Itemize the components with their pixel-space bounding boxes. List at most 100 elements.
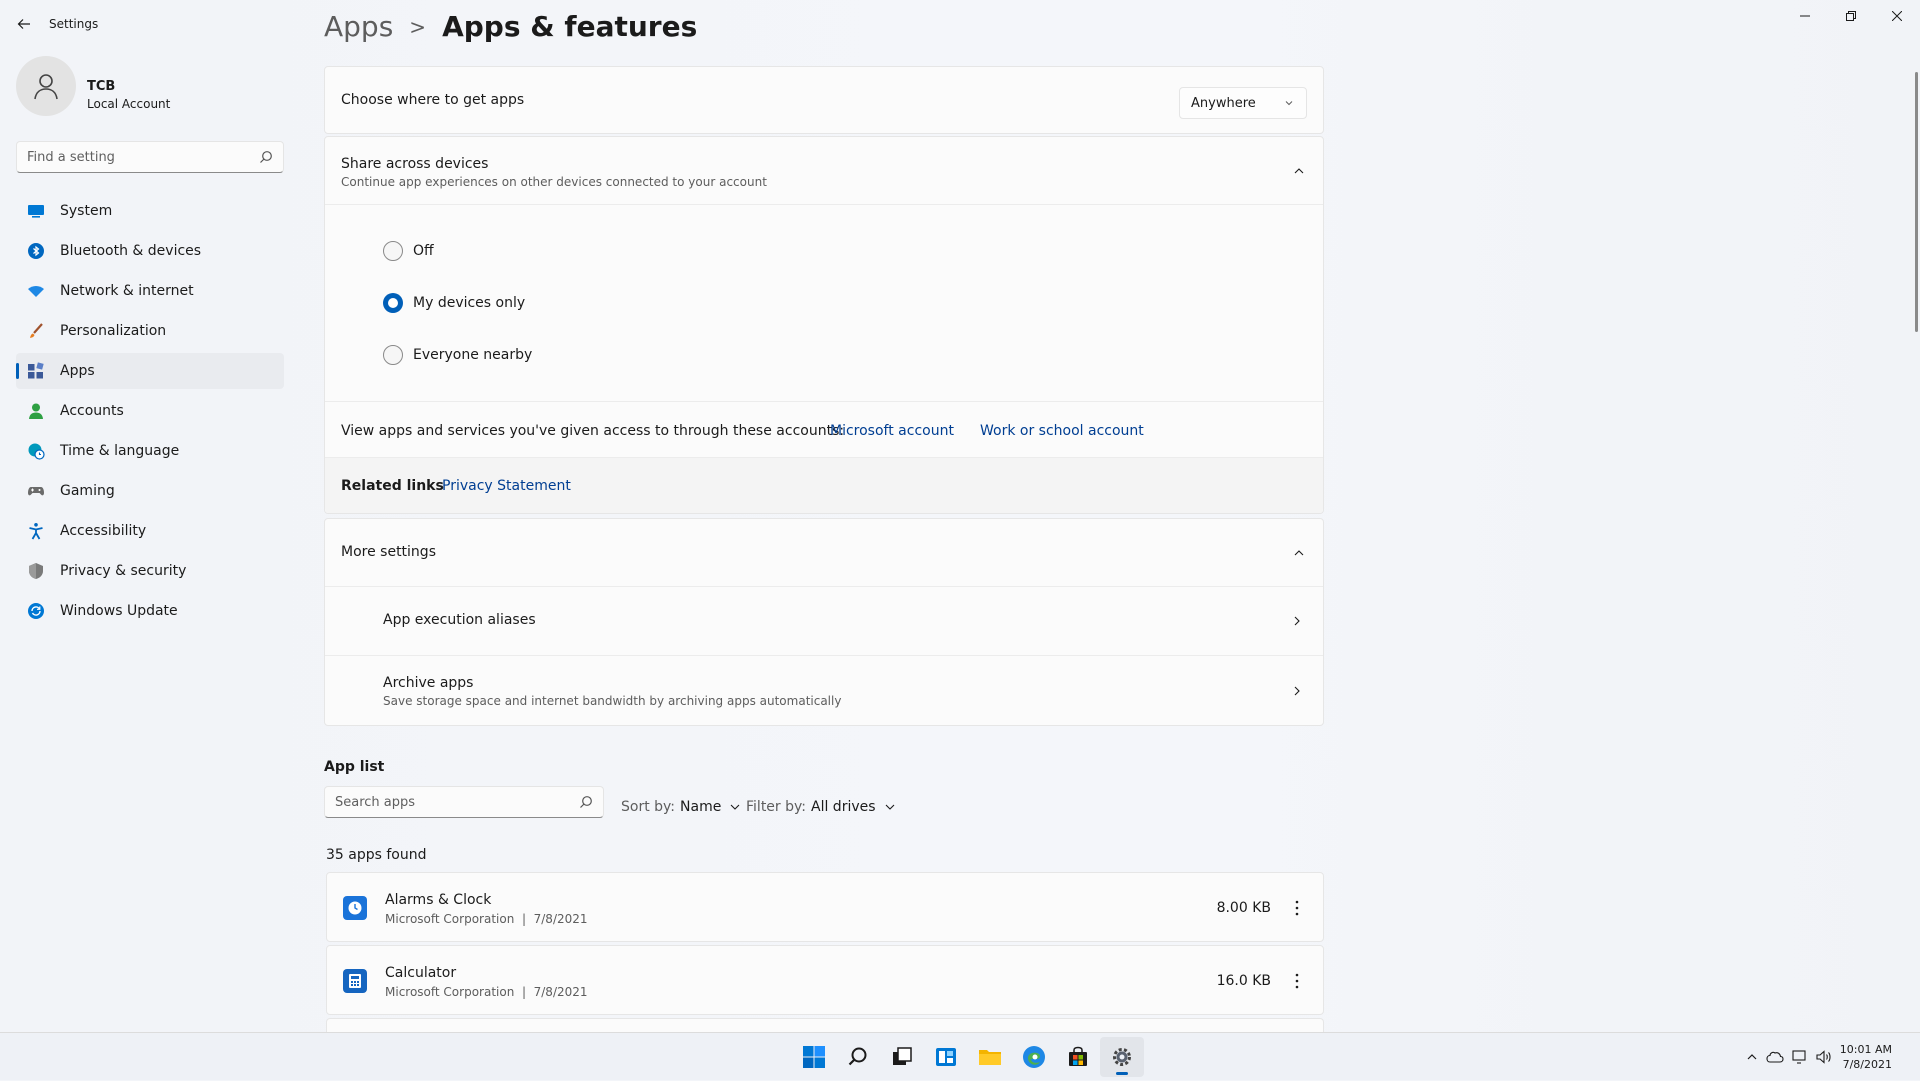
app-execution-aliases-row[interactable]: App execution aliases bbox=[325, 587, 1323, 656]
sidebar-item-personalization[interactable]: Personalization bbox=[16, 313, 284, 349]
app-row-partial[interactable] bbox=[326, 1018, 1324, 1032]
app-size: 16.0 KB bbox=[1216, 973, 1271, 989]
work-school-account-link[interactable]: Work or school account bbox=[980, 423, 1144, 439]
sidebar-item-system[interactable]: System bbox=[16, 193, 284, 229]
breadcrumb-parent[interactable]: Apps bbox=[324, 10, 393, 43]
search-apps-box bbox=[324, 786, 604, 818]
start-button[interactable] bbox=[792, 1037, 836, 1077]
apps-source-value: Anywhere bbox=[1191, 95, 1256, 111]
filter-dropdown[interactable]: Filter by: All drives bbox=[746, 799, 896, 815]
archive-apps-subtitle: Save storage space and internet bandwidt… bbox=[383, 694, 842, 708]
radio-button[interactable] bbox=[383, 345, 403, 365]
sidebar-item-label: Windows Update bbox=[60, 603, 178, 619]
app-title: Settings bbox=[49, 17, 99, 31]
alarm-clock-icon bbox=[343, 896, 367, 920]
more-settings-title: More settings bbox=[341, 544, 436, 560]
sort-dropdown[interactable]: Sort by: Name bbox=[621, 799, 741, 815]
more-settings-card: More settings App execution aliases Arch… bbox=[324, 518, 1324, 726]
sidebar-item-label: Network & internet bbox=[60, 283, 194, 299]
chevron-up-icon bbox=[1294, 550, 1304, 556]
apps-icon bbox=[26, 361, 46, 381]
share-devices-card: Share across devices Continue app experi… bbox=[324, 136, 1324, 514]
brush-icon bbox=[26, 321, 46, 341]
chevron-down-icon bbox=[1285, 101, 1293, 106]
gear-icon bbox=[1113, 1048, 1131, 1066]
app-row-alarms-clock[interactable]: Alarms & Clock Microsoft Corporation | 7… bbox=[326, 872, 1324, 942]
radio-label: My devices only bbox=[413, 295, 526, 311]
user-profile[interactable]: TCB Local Account bbox=[16, 56, 286, 116]
store-button[interactable] bbox=[1056, 1037, 1100, 1077]
app-date: 7/8/2021 bbox=[533, 912, 588, 926]
person-outline-icon bbox=[34, 74, 58, 100]
task-view-icon bbox=[893, 1047, 912, 1065]
onedrive-cloud-icon[interactable] bbox=[1766, 1050, 1784, 1064]
archive-apps-title: Archive apps bbox=[383, 675, 474, 691]
windows-logo-icon bbox=[803, 1046, 825, 1068]
more-options-button[interactable] bbox=[1285, 969, 1309, 993]
more-options-button[interactable] bbox=[1285, 896, 1309, 920]
volume-icon[interactable] bbox=[1816, 1050, 1832, 1064]
minimize-button[interactable] bbox=[1782, 0, 1828, 32]
share-devices-header[interactable]: Share across devices Continue app experi… bbox=[325, 137, 1323, 205]
app-list-title: App list bbox=[324, 759, 385, 775]
back-button[interactable] bbox=[12, 12, 36, 36]
clock-time: 10:01 AM bbox=[1839, 1043, 1892, 1056]
app-name: Calculator bbox=[385, 965, 457, 981]
file-explorer-button[interactable] bbox=[968, 1037, 1012, 1077]
chevron-up-icon[interactable] bbox=[1746, 1051, 1758, 1063]
restore-button[interactable] bbox=[1828, 0, 1874, 32]
sidebar-item-gaming[interactable]: Gaming bbox=[16, 473, 284, 509]
radio-label: Off bbox=[413, 243, 434, 259]
app-meta: Microsoft Corporation | 7/8/2021 bbox=[385, 912, 588, 926]
sidebar-item-bluetooth[interactable]: Bluetooth & devices bbox=[16, 233, 284, 269]
profile-name: TCB bbox=[87, 79, 116, 94]
network-monitor-icon[interactable] bbox=[1792, 1050, 1808, 1064]
app-row-calculator[interactable]: Calculator Microsoft Corporation | 7/8/2… bbox=[326, 945, 1324, 1015]
task-view-button[interactable] bbox=[880, 1037, 924, 1077]
microsoft-account-link[interactable]: Microsoft account bbox=[830, 423, 954, 439]
scrollbar-thumb[interactable] bbox=[1915, 72, 1918, 332]
sidebar-item-time-language[interactable]: Time & language bbox=[16, 433, 284, 469]
related-links-label: Related links bbox=[341, 478, 444, 494]
search-taskbar-button[interactable] bbox=[836, 1037, 880, 1077]
sidebar-item-network[interactable]: Network & internet bbox=[16, 273, 284, 309]
person-icon bbox=[26, 401, 46, 421]
search-apps-input[interactable] bbox=[325, 787, 603, 817]
radio-off[interactable]: Off bbox=[383, 241, 434, 261]
archive-apps-row[interactable]: Archive apps Save storage space and inte… bbox=[325, 656, 1323, 725]
edge-button[interactable] bbox=[1012, 1037, 1056, 1077]
sidebar-item-accounts[interactable]: Accounts bbox=[16, 393, 284, 429]
radio-my-devices-only[interactable]: My devices only bbox=[383, 293, 525, 313]
radio-button-checked[interactable] bbox=[383, 293, 403, 313]
more-vertical-icon bbox=[1295, 900, 1299, 916]
filter-value: All drives bbox=[811, 799, 876, 815]
find-setting-input[interactable] bbox=[17, 142, 283, 172]
search-icon bbox=[580, 796, 592, 808]
sidebar-item-windows-update[interactable]: Windows Update bbox=[16, 593, 284, 629]
privacy-statement-link[interactable]: Privacy Statement bbox=[442, 478, 571, 494]
more-settings-header[interactable]: More settings bbox=[325, 519, 1323, 587]
radio-everyone-nearby[interactable]: Everyone nearby bbox=[383, 345, 532, 365]
widgets-button[interactable] bbox=[924, 1037, 968, 1077]
globe-clock-icon bbox=[26, 441, 46, 461]
apps-source-dropdown[interactable]: Anywhere bbox=[1179, 87, 1307, 119]
store-bag-icon bbox=[1069, 1046, 1087, 1066]
chevron-right-icon bbox=[1294, 616, 1300, 626]
taskbar-clock[interactable]: 10:01 AM 7/8/2021 bbox=[1840, 1042, 1892, 1072]
sidebar-item-apps[interactable]: Apps bbox=[16, 353, 284, 389]
choose-apps-label: Choose where to get apps bbox=[341, 92, 525, 108]
profile-account-type: Local Account bbox=[87, 97, 171, 111]
settings-taskbar-button[interactable] bbox=[1100, 1037, 1144, 1077]
sidebar-item-accessibility[interactable]: Accessibility bbox=[16, 513, 284, 549]
breadcrumb: Apps > Apps & features bbox=[324, 10, 697, 43]
close-button[interactable] bbox=[1874, 0, 1920, 32]
radio-button[interactable] bbox=[383, 241, 403, 261]
sidebar-item-label: Personalization bbox=[60, 323, 167, 339]
page-title: Apps & features bbox=[442, 10, 698, 43]
sidebar-item-privacy[interactable]: Privacy & security bbox=[16, 553, 284, 589]
chevron-right-icon bbox=[1294, 686, 1300, 696]
more-vertical-icon bbox=[1295, 973, 1299, 989]
sort-value: Name bbox=[680, 799, 722, 815]
chevron-down-icon bbox=[885, 804, 894, 810]
search-icon bbox=[260, 151, 272, 163]
